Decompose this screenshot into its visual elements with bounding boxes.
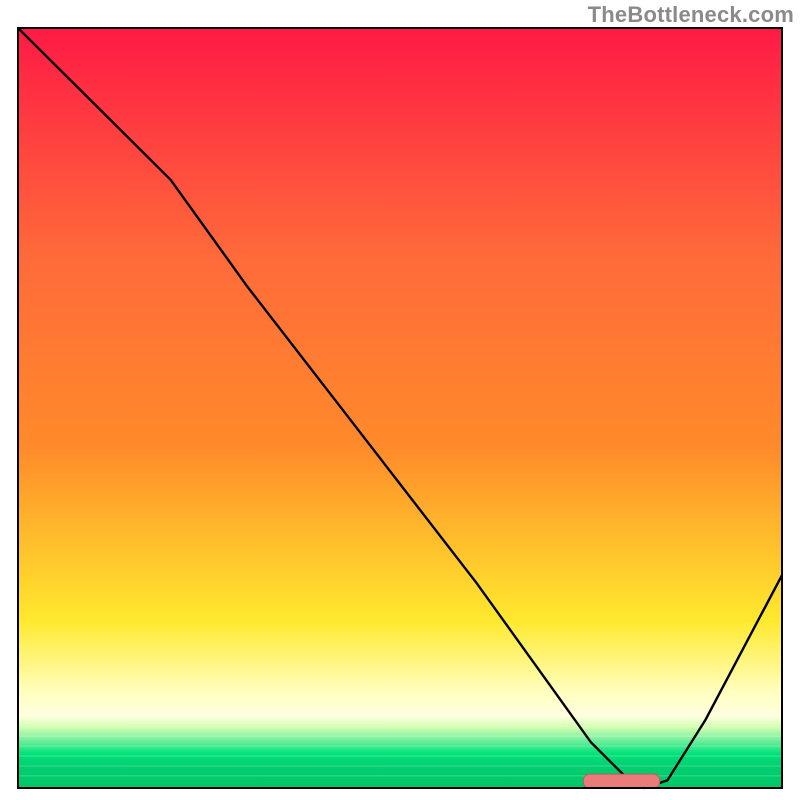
bottleneck-chart: TheBottleneck.com: [0, 0, 800, 800]
watermark-label: TheBottleneck.com: [588, 2, 794, 28]
optimal-marker: [583, 774, 659, 788]
chart-svg: [0, 0, 800, 800]
